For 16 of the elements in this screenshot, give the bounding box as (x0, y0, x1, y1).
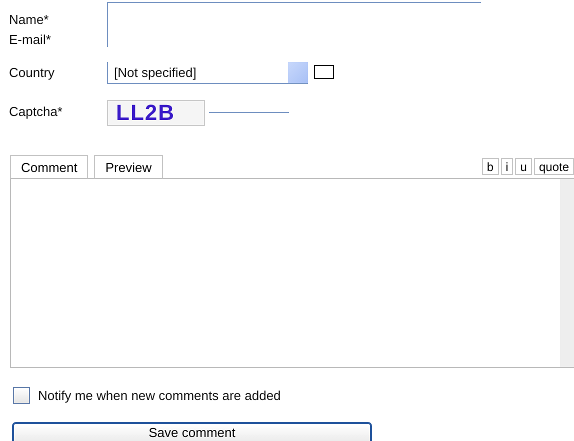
field-label: Captcha* (9, 103, 64, 121)
format-button[interactable]: u (515, 158, 532, 175)
country-select[interactable]: [Not specified] (107, 62, 308, 84)
small-box-icon (314, 65, 334, 79)
checkbox[interactable] (13, 387, 30, 404)
editor-tab[interactable]: Comment (10, 155, 88, 178)
format-button[interactable]: quote (534, 158, 574, 175)
save-button[interactable]: Save comment (12, 422, 372, 441)
captcha-image: LL2B (107, 100, 205, 126)
format-button[interactable]: b (482, 158, 499, 175)
field-label: Country (9, 64, 56, 82)
checkbox-label: Notify me when new comments are added (38, 388, 281, 403)
field-label: E-mail* (9, 31, 52, 49)
editor-tab[interactable]: Preview (94, 155, 163, 178)
field-label: Name* (9, 11, 50, 29)
format-button[interactable]: i (500, 158, 514, 175)
